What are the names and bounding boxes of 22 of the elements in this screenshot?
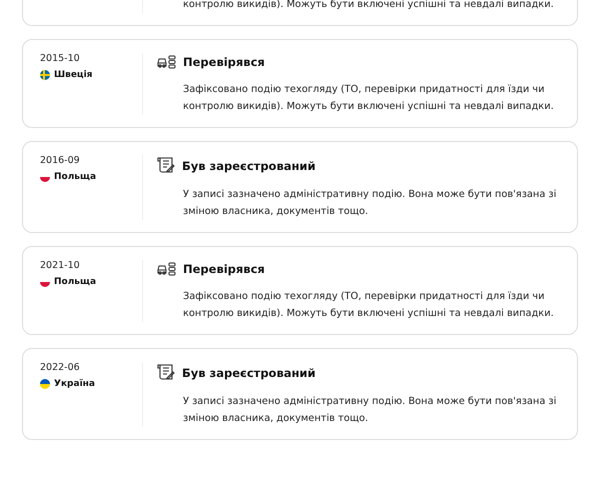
document-icon: [157, 364, 175, 381]
event-title: Перевірявся: [183, 262, 265, 276]
event-title: Був зареєстрований: [182, 158, 316, 172]
event-date: 2022-06: [40, 362, 81, 373]
event-description: Зафіксовано подію техогляду (ТО, перевірки придатності для їзди чи контролю викидів). Можуть бути включені успішні та невдалі випадки.: [183, 83, 555, 114]
event-title: Був зареєстрований: [182, 366, 316, 380]
event-description: Зафіксовано подію техогляду (ТО, перевірки придатності для їзди чи контролю викидів). Можуть бути включені успішні та невдалі випадки.: [183, 290, 555, 321]
country-name: Польща: [54, 172, 96, 182]
country-name: Швеція: [54, 70, 92, 80]
event-date: 2015-10: [40, 53, 81, 64]
event-date: 2016-09: [40, 155, 81, 166]
car-check-icon: [157, 262, 176, 276]
flag-icon: [40, 379, 50, 389]
event-title: Перевірявся: [183, 55, 265, 69]
car-check-icon: [157, 55, 176, 69]
flag-icon: [40, 70, 50, 80]
event-date: 2021-10: [40, 260, 81, 271]
event-description: У записі зазначено адміністративну подію. Вона може бути пов'язана зі зміною власника, документів тощо.: [183, 188, 557, 219]
event-description: У записі зазначено адміністративну подію. Вона може бути пов'язана зі зміною власника, документів тощо.: [183, 395, 557, 426]
country-name: Україна: [54, 379, 95, 389]
country-name: Польща: [54, 277, 96, 287]
document-icon: [157, 157, 175, 174]
